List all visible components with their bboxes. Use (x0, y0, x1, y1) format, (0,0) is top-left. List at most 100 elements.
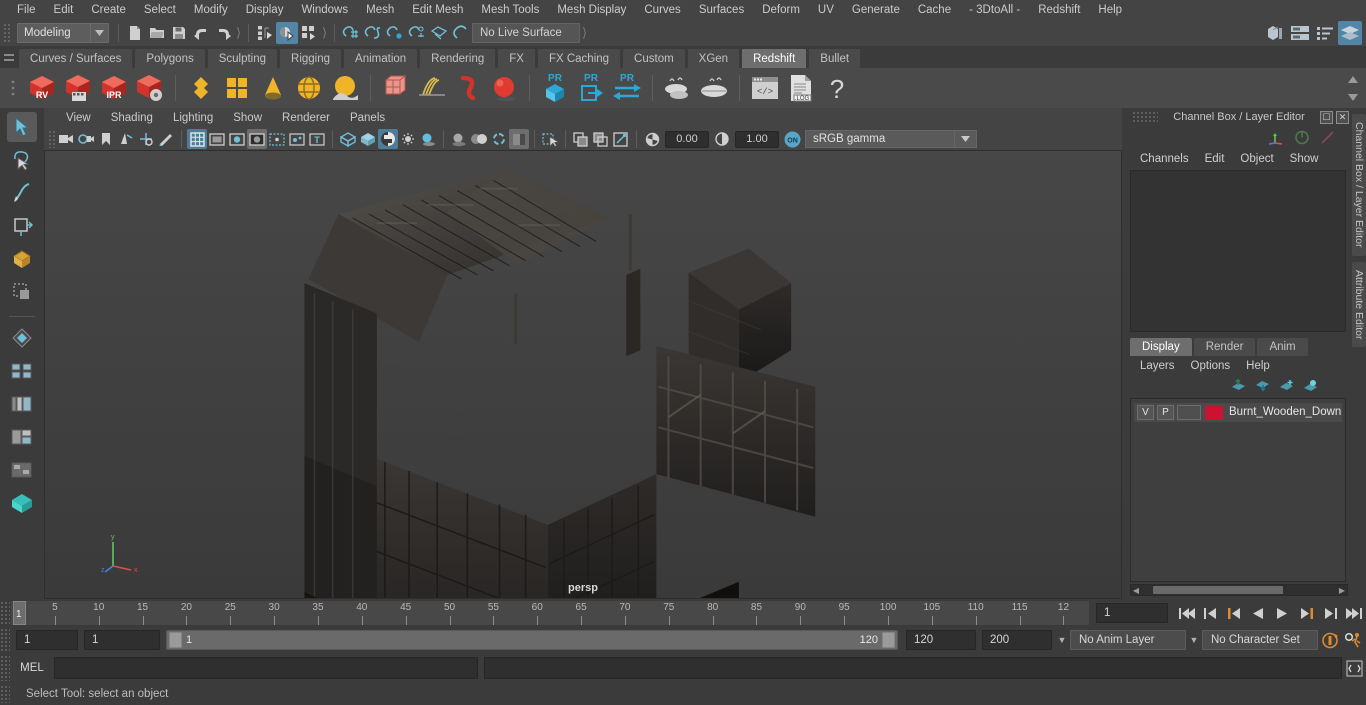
layer-tab-display[interactable]: Display (1130, 337, 1192, 356)
layer-list-horizontal-scrollbar[interactable]: ◀ ▶ (1130, 584, 1348, 596)
layer-row[interactable]: V P Burnt_Wooden_Down (1134, 402, 1342, 422)
image-plane-icon[interactable] (116, 129, 136, 149)
command-input-field[interactable] (54, 657, 478, 679)
shelf-tab-fx-caching[interactable]: FX Caching (536, 48, 622, 68)
select-by-component-icon[interactable] (298, 22, 320, 44)
redshift-render-sequence-icon[interactable] (60, 70, 96, 106)
scroll-right-icon[interactable]: ▶ (1337, 586, 1347, 595)
copy-view-icon[interactable] (571, 129, 591, 149)
step-back-frame-icon[interactable] (1222, 602, 1246, 624)
animation-start-field[interactable]: 1 (16, 630, 78, 650)
layer-menu-layers[interactable]: Layers (1132, 360, 1183, 372)
show-hide-channel-box-icon[interactable] (1338, 21, 1362, 45)
menu-cache[interactable]: Cache (909, 0, 960, 20)
menu-mesh-display[interactable]: Mesh Display (548, 0, 635, 20)
range-start-handle[interactable] (169, 632, 182, 648)
redshift-proxy-import-icon[interactable]: PR (573, 70, 609, 106)
layer-menu-help[interactable]: Help (1238, 360, 1278, 372)
menu-create[interactable]: Create (82, 0, 135, 20)
help-line-grip[interactable] (0, 685, 10, 703)
undo-icon[interactable] (190, 22, 212, 44)
play-backwards-icon[interactable] (1246, 602, 1270, 624)
range-start-field[interactable]: 1 (84, 630, 160, 650)
select-camera-icon[interactable] (56, 129, 76, 149)
motion-blur-icon[interactable] (469, 129, 489, 149)
select-tool[interactable] (7, 112, 37, 142)
menu-windows[interactable]: Windows (292, 0, 357, 20)
close-icon[interactable]: ✕ (1336, 110, 1349, 124)
last-tool-used[interactable] (7, 323, 37, 353)
side-tab-attribute-editor[interactable]: Attribute Editor (1352, 261, 1366, 347)
shelf-tab-animation[interactable]: Animation (343, 48, 419, 68)
redshift-material-blender-icon[interactable] (219, 70, 255, 106)
redshift-proxy-swap-icon[interactable]: PR (609, 70, 645, 106)
isolate-select-icon[interactable] (540, 129, 560, 149)
layout-hypershade[interactable] (7, 455, 37, 485)
channel-box-menu-object[interactable]: Object (1232, 153, 1281, 165)
menu-mesh-tools[interactable]: Mesh Tools (472, 0, 548, 20)
menu-file[interactable]: File (8, 0, 45, 20)
shelf-tab-sculpting[interactable]: Sculpting (206, 48, 279, 68)
script-editor-icon[interactable] (1342, 656, 1366, 680)
new-layer-icon[interactable] (1279, 379, 1294, 392)
snapshot-view-icon[interactable] (611, 129, 631, 149)
redshift-bake-all-icon[interactable] (696, 70, 732, 106)
multisample-aa-icon[interactable] (489, 129, 509, 149)
character-set-selector[interactable]: No Character Set (1202, 630, 1318, 650)
paste-view-icon[interactable] (591, 129, 611, 149)
layout-four-view[interactable] (7, 356, 37, 386)
go-to-start-icon[interactable] (1174, 602, 1198, 624)
exposure-icon[interactable] (642, 129, 662, 149)
scale-tool[interactable] (7, 277, 37, 307)
xray-joints-icon[interactable] (287, 129, 307, 149)
range-end-field[interactable]: 120 (906, 630, 976, 650)
shelf-tab-rendering[interactable]: Rendering (419, 48, 497, 68)
output-channels-icon[interactable] (1294, 130, 1310, 145)
redshift-dome-light-icon[interactable] (291, 70, 327, 106)
layout-persp-graph[interactable] (7, 422, 37, 452)
layer-menu-options[interactable]: Options (1183, 360, 1239, 372)
make-live-icon[interactable] (450, 22, 472, 44)
menu-help[interactable]: Help (1089, 0, 1131, 20)
panel-menu-panels[interactable]: Panels (340, 108, 395, 128)
show-hide-modeling-toolkit-icon[interactable] (1263, 21, 1287, 45)
snap-to-point-icon[interactable] (384, 22, 406, 44)
panel-menu-renderer[interactable]: Renderer (272, 108, 340, 128)
layer-tab-render[interactable]: Render (1193, 337, 1256, 356)
channel-box-menu-channels[interactable]: Channels (1132, 153, 1197, 165)
layout-single-persp[interactable] (7, 488, 37, 518)
redshift-hair-icon[interactable] (414, 70, 450, 106)
move-layer-down-icon[interactable] (1255, 379, 1270, 392)
exposure-field[interactable]: 0.00 (665, 130, 709, 148)
redshift-log-icon[interactable]: .LOG (783, 70, 819, 106)
display-layer-list[interactable]: V P Burnt_Wooden_Down (1130, 397, 1346, 582)
gamma-field[interactable]: 1.00 (735, 130, 779, 148)
menu-surfaces[interactable]: Surfaces (690, 0, 753, 20)
menu-redshift[interactable]: Redshift (1029, 0, 1089, 20)
shelf-tab-fx[interactable]: FX (497, 48, 536, 68)
anim-layer-chevron-down-icon[interactable]: ▼ (1054, 635, 1070, 645)
shelf-grip[interactable] (2, 69, 24, 107)
layer-color-swatch[interactable] (1205, 404, 1223, 420)
redshift-proxy-export-icon[interactable]: PR (537, 70, 573, 106)
grease-pencil-icon[interactable] (156, 129, 176, 149)
status-line-grip[interactable] (2, 22, 11, 44)
shape-channels-icon[interactable] (1320, 130, 1336, 145)
move-tool[interactable] (7, 211, 37, 241)
redshift-environment-icon[interactable] (327, 70, 363, 106)
menu-curves[interactable]: Curves (635, 0, 689, 20)
step-forward-keyframe-icon[interactable] (1318, 602, 1342, 624)
screen-space-ao-icon[interactable] (449, 129, 469, 149)
character-set-chevron-down-icon[interactable]: ▼ (1186, 635, 1202, 645)
channel-box-menu-edit[interactable]: Edit (1197, 153, 1233, 165)
film-gate-icon[interactable] (207, 129, 227, 149)
text-display-icon[interactable]: T (307, 129, 327, 149)
command-output-field[interactable] (484, 657, 1342, 679)
shelf-tab-rigging[interactable]: Rigging (279, 48, 343, 68)
redshift-sphere-icon[interactable] (486, 70, 522, 106)
menu-mesh[interactable]: Mesh (357, 0, 403, 20)
range-slider-bar[interactable]: 1 120 (166, 630, 898, 650)
menu-modify[interactable]: Modify (185, 0, 237, 20)
animation-preferences-icon[interactable] (1342, 629, 1366, 651)
side-tab-channel-box[interactable]: Channel Box / Layer Editor (1352, 114, 1366, 256)
